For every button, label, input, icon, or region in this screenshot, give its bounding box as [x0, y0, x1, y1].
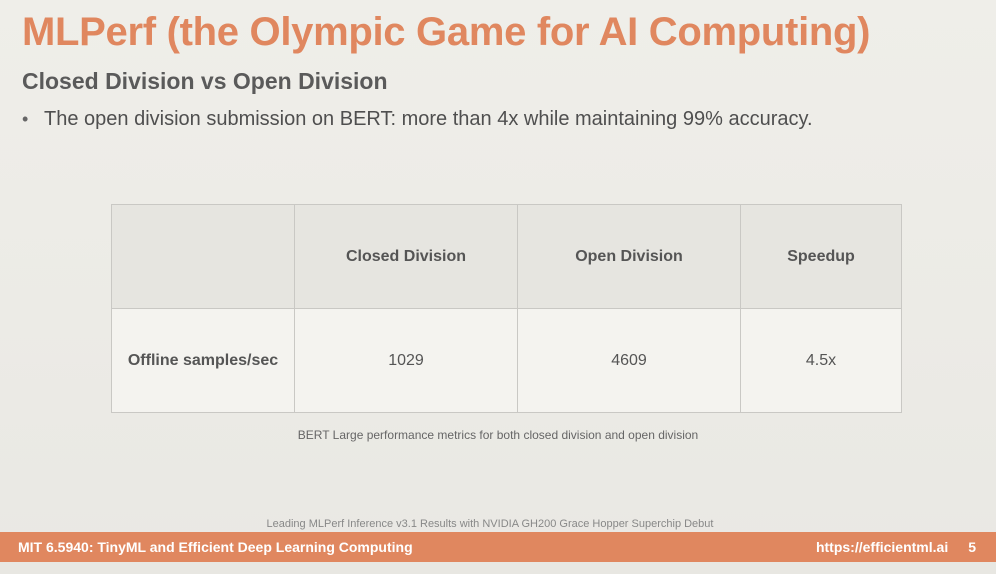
bullet-item: • The open division submission on BERT: …: [22, 108, 813, 131]
table-caption: BERT Large performance metrics for both …: [297, 428, 699, 442]
footer-right-group: https://efficientml.ai 5: [816, 539, 976, 555]
table-header-empty: [111, 204, 295, 309]
slide-subtitle: Closed Division vs Open Division: [22, 68, 388, 94]
slide-title: MLPerf (the Olympic Game for AI Computin…: [22, 10, 871, 54]
bullet-icon: •: [22, 109, 29, 129]
page-number: 5: [968, 539, 976, 555]
table-header-row: Closed Division Open Division Speedup: [111, 204, 902, 309]
row-label-offline-samples: Offline samples/sec: [111, 308, 295, 413]
bottom-strip: [0, 562, 996, 574]
bullet-text: The open division submission on BERT: mo…: [44, 108, 813, 130]
footer-bar: MIT 6.5940: TinyML and Efficient Deep Le…: [0, 532, 996, 562]
metrics-table: Closed Division Open Division Speedup Of…: [111, 204, 902, 413]
table-header-closed-division: Closed Division: [294, 204, 518, 309]
slide: MLPerf (the Olympic Game for AI Computin…: [0, 0, 996, 574]
cell-speedup-value: 4.5x: [740, 308, 902, 413]
source-note: Leading MLPerf Inference v3.1 Results wi…: [266, 518, 714, 530]
table-header-speedup: Speedup: [740, 204, 902, 309]
table-header-open-division: Open Division: [517, 204, 741, 309]
cell-closed-value: 1029: [294, 308, 518, 413]
table-row: Offline samples/sec 1029 4609 4.5x: [111, 308, 902, 413]
footer-url-link[interactable]: https://efficientml.ai: [816, 539, 948, 555]
cell-open-value: 4609: [517, 308, 741, 413]
footer-course-name: MIT 6.5940: TinyML and Efficient Deep Le…: [18, 539, 413, 555]
